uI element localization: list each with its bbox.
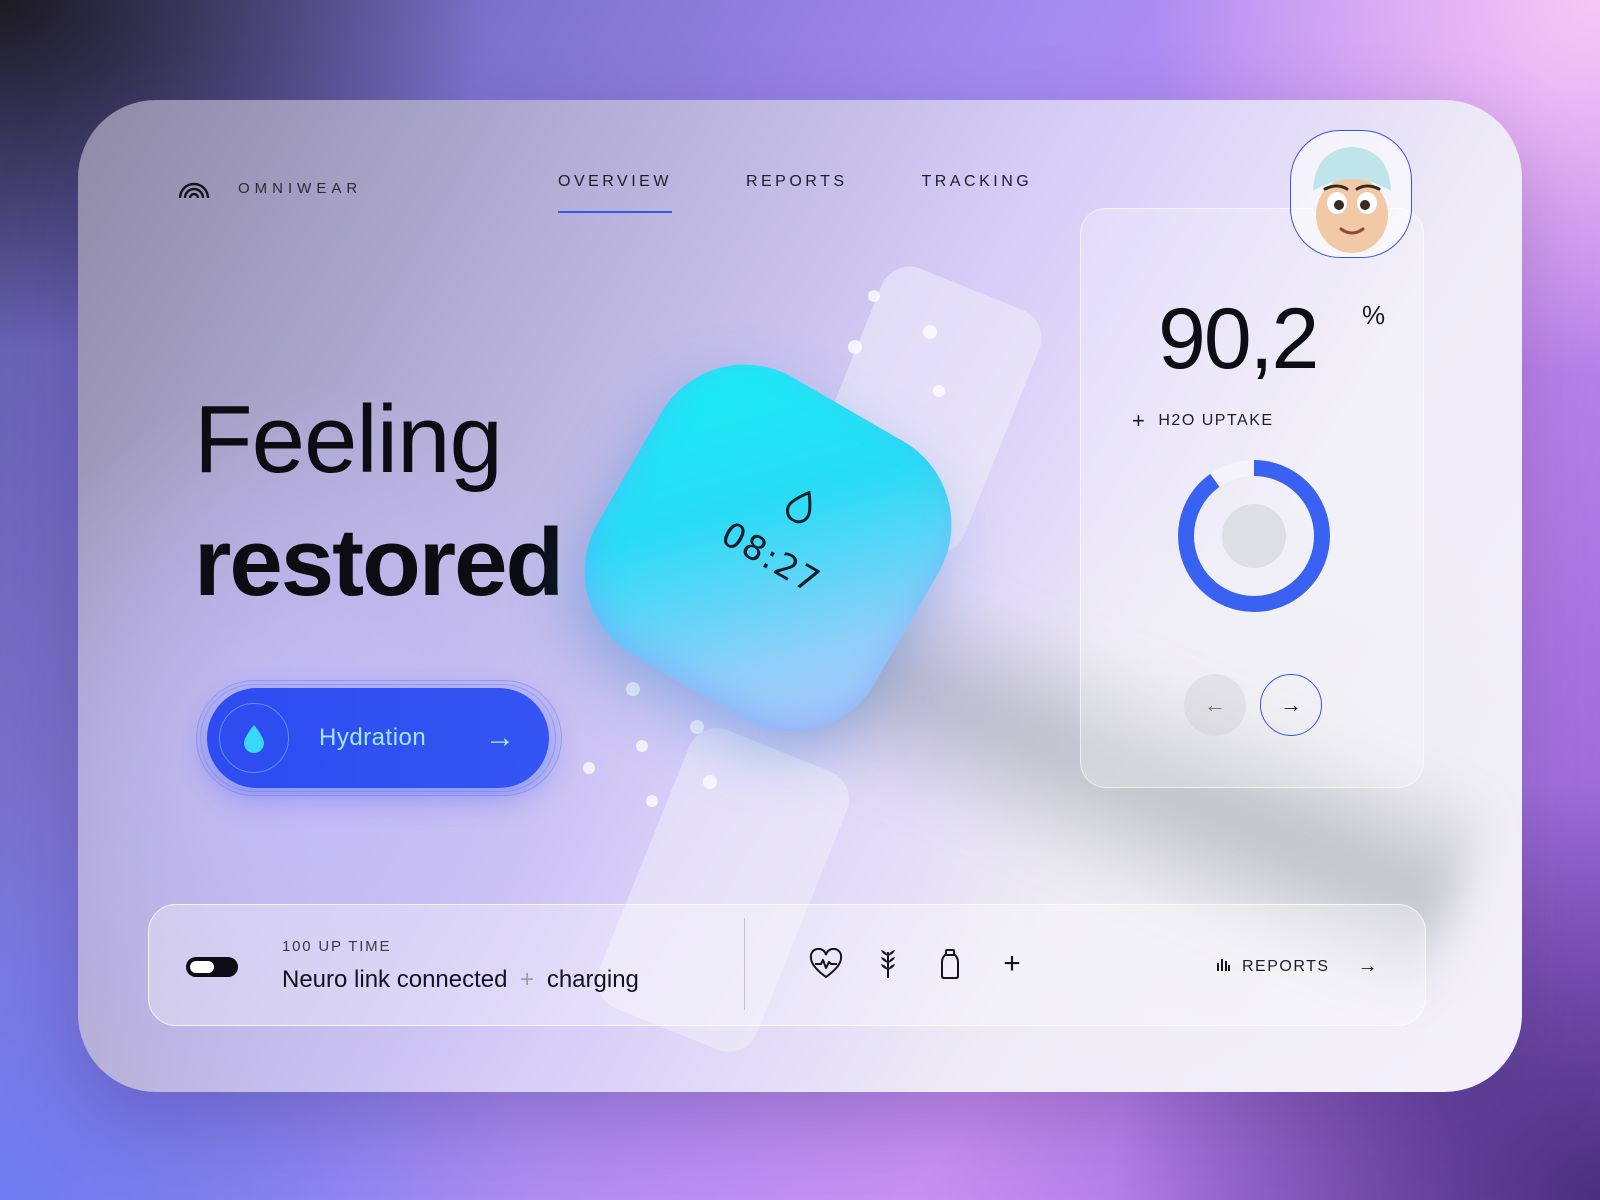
brand-name: OMNIWEAR: [238, 180, 363, 197]
hero-title-line2: restored: [194, 509, 564, 616]
nav-overview[interactable]: OVERVIEW: [558, 173, 672, 213]
hero-title-line1: Feeling: [194, 386, 503, 493]
nav-reports[interactable]: REPORTS: [746, 173, 848, 191]
next-button[interactable]: →: [1260, 674, 1322, 736]
strap-dot: [848, 340, 862, 354]
reports-link[interactable]: REPORTS →: [1216, 955, 1379, 978]
bar-chart-icon: [1216, 957, 1230, 976]
strap-dot: [933, 385, 945, 397]
toggle-knob: [190, 961, 214, 973]
reports-link-label: REPORTS: [1242, 957, 1330, 975]
user-avatar[interactable]: [1290, 130, 1412, 258]
status-connected: Neuro link connected: [282, 966, 508, 993]
uptake-label: H2O UPTAKE: [1158, 412, 1274, 429]
main-nav: OVERVIEW REPORTS TRACKING: [558, 173, 1033, 213]
arrow-right-icon: →: [1357, 955, 1380, 977]
watch-time: 08:27: [714, 514, 828, 603]
strap-dot: [703, 775, 717, 789]
uptake-label-row[interactable]: + H2O UPTAKE: [1132, 408, 1274, 434]
brand[interactable]: OMNIWEAR: [176, 168, 362, 209]
neuro-link-toggle[interactable]: [186, 957, 238, 977]
water-drop-icon: [219, 703, 289, 773]
bottle-icon[interactable]: [932, 946, 968, 982]
omniwear-logo-icon: [176, 168, 212, 209]
main-card: OMNIWEAR OVERVIEW REPORTS TRACKING Feeli…: [78, 100, 1522, 1092]
hydration-button[interactable]: Hydration →: [207, 688, 549, 788]
wheat-icon[interactable]: [870, 946, 906, 982]
quick-actions: +: [808, 946, 1030, 982]
status-text: Neuro link connected + charging: [282, 966, 639, 994]
uptime-label: 100 UP TIME: [282, 938, 392, 955]
water-drop-icon: [778, 490, 812, 532]
strap-dot: [583, 762, 595, 774]
strap-dot: [923, 325, 937, 339]
strap-dot: [646, 795, 658, 807]
uptake-progress-ring: [1178, 460, 1330, 612]
strap-dot: [868, 290, 880, 302]
hydration-button-frame: Hydration →: [200, 684, 556, 792]
status-separator: +: [520, 966, 535, 993]
heart-rate-icon[interactable]: [808, 946, 844, 982]
hydration-label: Hydration: [319, 724, 427, 751]
arrow-right-icon: →: [485, 721, 515, 754]
nav-tracking[interactable]: TRACKING: [922, 173, 1033, 191]
strap-dot: [626, 682, 640, 696]
divider: [744, 918, 745, 1010]
uptake-value: 90,2: [1158, 291, 1319, 387]
uptake-unit: %: [1362, 300, 1386, 330]
previous-button[interactable]: ←: [1184, 674, 1246, 736]
status-charging: charging: [546, 966, 639, 993]
plus-icon: +: [1132, 408, 1147, 433]
strap-dot: [636, 740, 648, 752]
strap-dot: [690, 720, 704, 734]
plus-icon[interactable]: +: [994, 946, 1030, 982]
